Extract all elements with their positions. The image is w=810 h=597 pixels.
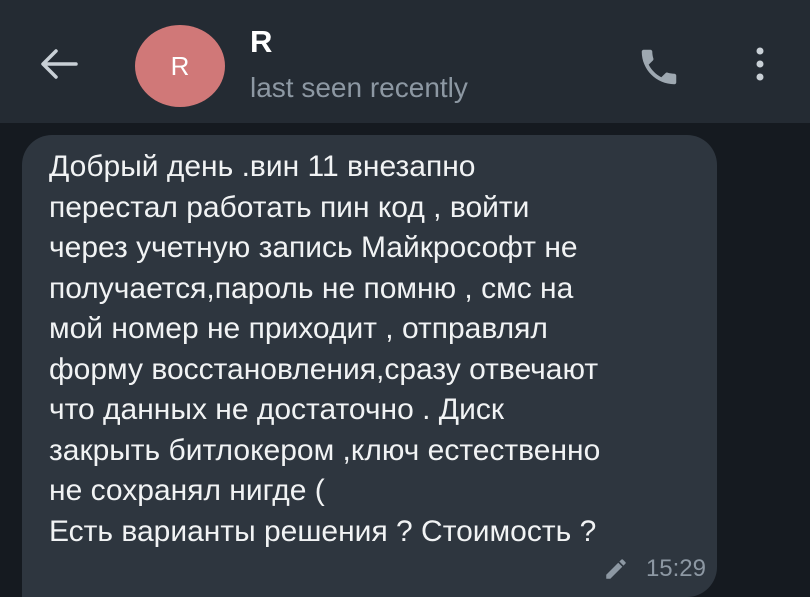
avatar-letter: R xyxy=(170,50,190,81)
avatar[interactable]: R xyxy=(135,25,225,107)
arrow-left-icon[interactable] xyxy=(36,44,80,84)
message-time: 15:29 xyxy=(645,555,706,582)
phone-icon[interactable] xyxy=(636,44,682,90)
pencil-icon xyxy=(606,559,626,579)
more-vertical-icon[interactable] xyxy=(748,42,772,86)
last-seen-status: last seen recently xyxy=(250,72,468,103)
contact-name[interactable]: R xyxy=(250,22,272,62)
message-text: Добрый день .вин 11 внезапно перестал ра… xyxy=(49,150,601,548)
chat-header: R R last seen recently xyxy=(0,0,810,123)
